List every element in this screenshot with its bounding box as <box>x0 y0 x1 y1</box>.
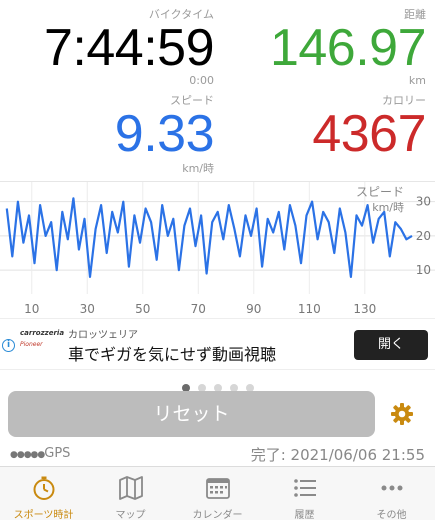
x-tick-label: 30 <box>80 302 95 316</box>
y-tick-label: 30 <box>416 195 431 209</box>
calendar-icon <box>205 475 231 501</box>
speed-chart[interactable]: 10 30 50 70 90 110 130 10 20 30 スピード km/時 <box>0 181 435 317</box>
ad-brand-line1: carrozzeria <box>20 329 65 337</box>
speed-unit: km/時 <box>182 162 214 175</box>
page-indicator[interactable] <box>0 377 435 392</box>
ad-title: カロッツェリア <box>68 330 138 341</box>
ad-banner[interactable]: i carrozzeria Pioneer カロッツェリア 車でギガを気にせず動… <box>0 318 435 370</box>
tab-more[interactable]: その他 <box>348 467 435 520</box>
x-tick-label: 110 <box>298 302 321 316</box>
tab-bar: スポーツ時計 マップ カレンダー 履歴 その他 <box>0 466 435 520</box>
speed-series-line <box>5 197 413 279</box>
gps-label: GPS <box>44 446 71 461</box>
tab-calendar[interactable]: カレンダー <box>174 467 261 520</box>
gear-icon[interactable] <box>390 402 414 426</box>
speed-stat: スピード 9.33 km/時 <box>0 92 215 176</box>
chart-y-unit: km/時 <box>372 201 404 214</box>
ad-headline: 車でギガを気にせず動画視聴 <box>68 345 277 364</box>
calories-stat: カロリー 4367 <box>218 92 426 160</box>
tab-label: スポーツ時計 <box>13 510 74 520</box>
x-tick-label: 130 <box>353 302 376 316</box>
chart-title: スピード <box>356 185 404 199</box>
calories-value: 4367 <box>312 105 426 163</box>
tab-label: カレンダー <box>192 510 243 520</box>
tab-map[interactable]: マップ <box>87 467 174 520</box>
speed-value: 9.33 <box>114 105 215 163</box>
map-icon <box>118 475 144 501</box>
completed-time: 完了: 2021/06/06 21:55 <box>250 446 425 464</box>
stopwatch-icon <box>31 475 57 501</box>
info-icon[interactable]: i <box>2 339 15 352</box>
gps-status: ●●●●●GPS <box>10 446 70 461</box>
x-tick-label: 90 <box>246 302 261 316</box>
stats-panel: バイクタイム 7:44:59 0:00 距離 146.97 km スピード 9.… <box>0 0 435 178</box>
distance-stat: 距離 146.97 km <box>218 6 427 87</box>
speed-chart-svg: 10 30 50 70 90 110 130 10 20 30 スピード km/時 <box>0 182 435 317</box>
x-tick-label: 70 <box>191 302 206 316</box>
ad-open-button[interactable]: 開く <box>354 330 428 360</box>
reset-button[interactable]: リセット <box>8 391 375 437</box>
x-tick-label: 50 <box>135 302 150 316</box>
y-tick-label: 10 <box>416 263 431 277</box>
y-tick-label: 20 <box>416 229 431 243</box>
tab-sports-watch[interactable]: スポーツ時計 <box>0 467 87 520</box>
tab-history[interactable]: 履歴 <box>261 467 348 520</box>
ad-logo: carrozzeria Pioneer <box>20 329 65 359</box>
distance-value: 146.97 <box>269 19 427 77</box>
more-icon <box>379 475 405 501</box>
tab-label: 履歴 <box>294 510 315 520</box>
tab-label: その他 <box>376 510 407 520</box>
list-icon <box>292 475 318 501</box>
gps-signal-bars: ●●●●● <box>10 450 45 460</box>
bike-time-value: 7:44:59 <box>44 19 215 77</box>
ad-brand-line2: Pioneer <box>20 341 43 348</box>
tab-label: マップ <box>115 510 146 520</box>
bike-time-stat: バイクタイム 7:44:59 0:00 <box>0 6 215 87</box>
x-tick-label: 10 <box>24 302 39 316</box>
